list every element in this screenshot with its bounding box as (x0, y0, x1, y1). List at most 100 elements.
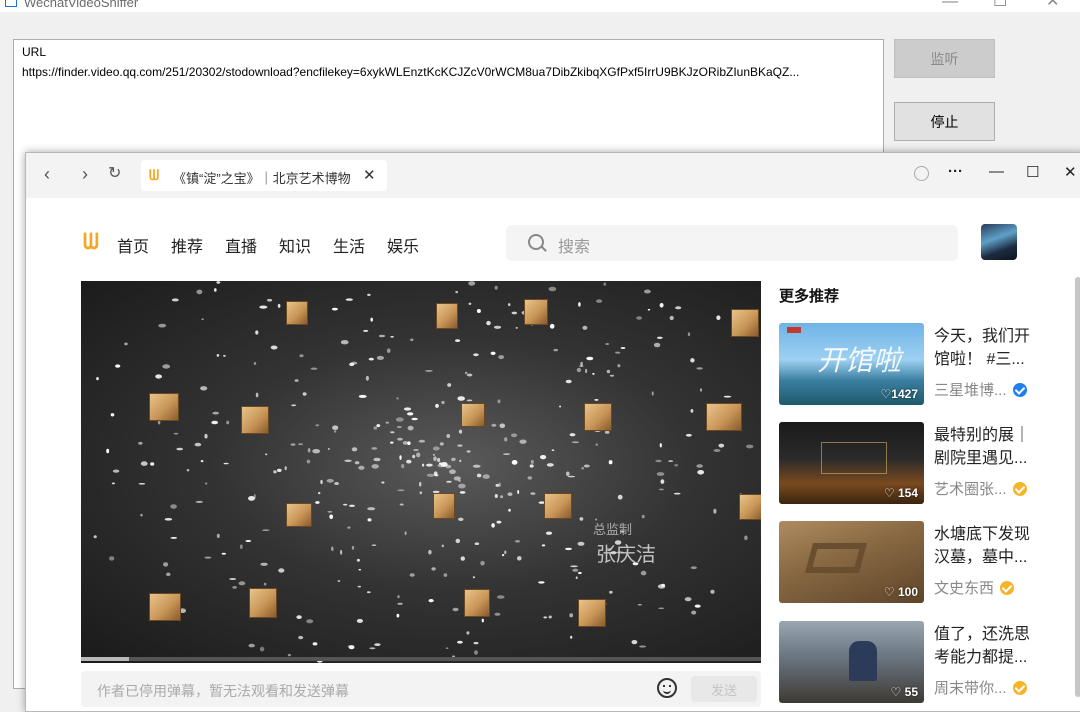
particle (390, 336, 394, 338)
particle (609, 374, 615, 377)
minimize-icon[interactable]: — (942, 0, 958, 10)
nav-recommend[interactable]: 推荐 (171, 233, 203, 257)
particle (494, 494, 498, 498)
particle (696, 464, 703, 468)
particle (163, 562, 169, 567)
particle (96, 377, 99, 381)
nav-life[interactable]: 生活 (333, 233, 365, 257)
particle (348, 645, 355, 650)
particle (445, 647, 449, 649)
particle (553, 348, 558, 352)
particle (351, 545, 355, 550)
particle (451, 457, 456, 462)
particle (653, 342, 661, 348)
particle (503, 453, 510, 455)
close-icon[interactable]: ✕ (1046, 0, 1059, 10)
particle (345, 298, 353, 301)
particle (669, 315, 674, 321)
particle (196, 289, 203, 295)
particle (157, 420, 161, 425)
channels-logo-icon[interactable]: ᗯ (83, 229, 99, 255)
nav-home[interactable]: 首页 (117, 233, 149, 257)
cube (241, 406, 269, 434)
particle (349, 504, 355, 507)
minimize-icon[interactable]: — (989, 163, 1004, 180)
particle (259, 305, 268, 309)
recommendation-item[interactable]: ♡ 55 值了，还洗思考能力都提... 周末带你... (779, 621, 1079, 705)
particle (639, 645, 647, 648)
particle (357, 585, 361, 588)
particle (744, 535, 748, 541)
particle (307, 448, 311, 453)
particle (150, 462, 155, 466)
nav-knowledge[interactable]: 知识 (279, 233, 311, 257)
particle (390, 441, 394, 444)
particle (413, 449, 419, 451)
particle (466, 373, 473, 377)
particle (697, 470, 705, 475)
emoji-icon[interactable] (657, 678, 677, 698)
particle (660, 479, 665, 484)
globe-icon[interactable] (914, 166, 929, 181)
particle (407, 412, 414, 416)
particle (109, 556, 115, 561)
send-button[interactable]: 发送 (691, 676, 757, 702)
particle (93, 535, 97, 539)
particle (340, 549, 343, 555)
avatar[interactable] (981, 224, 1017, 260)
particle (349, 362, 355, 367)
particle (216, 281, 221, 284)
particle (284, 466, 287, 471)
particle (425, 370, 433, 372)
url-label: URL (22, 45, 47, 59)
video-progress-fill (81, 657, 129, 661)
particle (397, 489, 405, 492)
particle (466, 631, 470, 635)
listen-button[interactable]: 监听 (894, 39, 995, 78)
particle (216, 354, 220, 357)
particle (201, 318, 204, 320)
particle (458, 483, 466, 489)
recommendation-item[interactable]: ♡ 100 水塘底下发现汉墓，墓中... 文史东西 (779, 521, 1079, 605)
particle (365, 375, 369, 381)
search-input[interactable]: 搜索 (506, 225, 958, 261)
particle (449, 469, 456, 474)
reload-icon[interactable]: ↻ (108, 163, 121, 185)
particle (453, 476, 461, 481)
recommendation-item[interactable]: ♡ 154 最特别的展｜剧院里遇见... 艺术圈张... (779, 422, 1079, 506)
nav-entertainment[interactable]: 娱乐 (387, 233, 419, 257)
particle (546, 463, 554, 467)
video-player[interactable]: 总监制 张庆洁 (81, 281, 761, 663)
particle (696, 367, 703, 370)
browser-tab[interactable]: ᗯ 《镇“淀”之宝》｜北京艺术博物 ✕ (141, 160, 387, 191)
cube (149, 393, 179, 421)
nav-live[interactable]: 直播 (225, 233, 257, 257)
back-icon[interactable]: ‹ (44, 163, 50, 185)
close-icon[interactable]: ✕ (1064, 163, 1077, 181)
recommendation-author: 三星堆博... (934, 379, 1027, 400)
maximize-icon[interactable]: ☐ (1026, 163, 1039, 181)
particle (223, 462, 229, 465)
particle (397, 595, 400, 599)
particle (592, 372, 595, 375)
particle (404, 531, 407, 536)
more-icon[interactable]: ··· (948, 163, 963, 180)
particle (569, 433, 576, 437)
particle (481, 618, 484, 623)
particle (659, 443, 662, 448)
page-scrollbar[interactable] (1075, 277, 1080, 697)
particle (656, 336, 663, 339)
video-progress-bar[interactable] (81, 657, 761, 661)
tab-close-icon[interactable]: ✕ (363, 166, 376, 184)
particle (493, 325, 502, 329)
particle (298, 443, 303, 446)
particle (238, 581, 246, 586)
maximize-icon[interactable]: ☐ (993, 0, 1007, 10)
particle (406, 459, 412, 464)
stop-button[interactable]: 停止 (894, 102, 995, 141)
forward-icon[interactable]: › (82, 163, 88, 185)
particle (723, 395, 732, 398)
particle (565, 379, 572, 384)
particle (265, 453, 268, 456)
recommendation-item[interactable]: 开馆啦 ♡1427 今天，我们开馆啦！ #三... 三星堆博... (779, 323, 1079, 407)
